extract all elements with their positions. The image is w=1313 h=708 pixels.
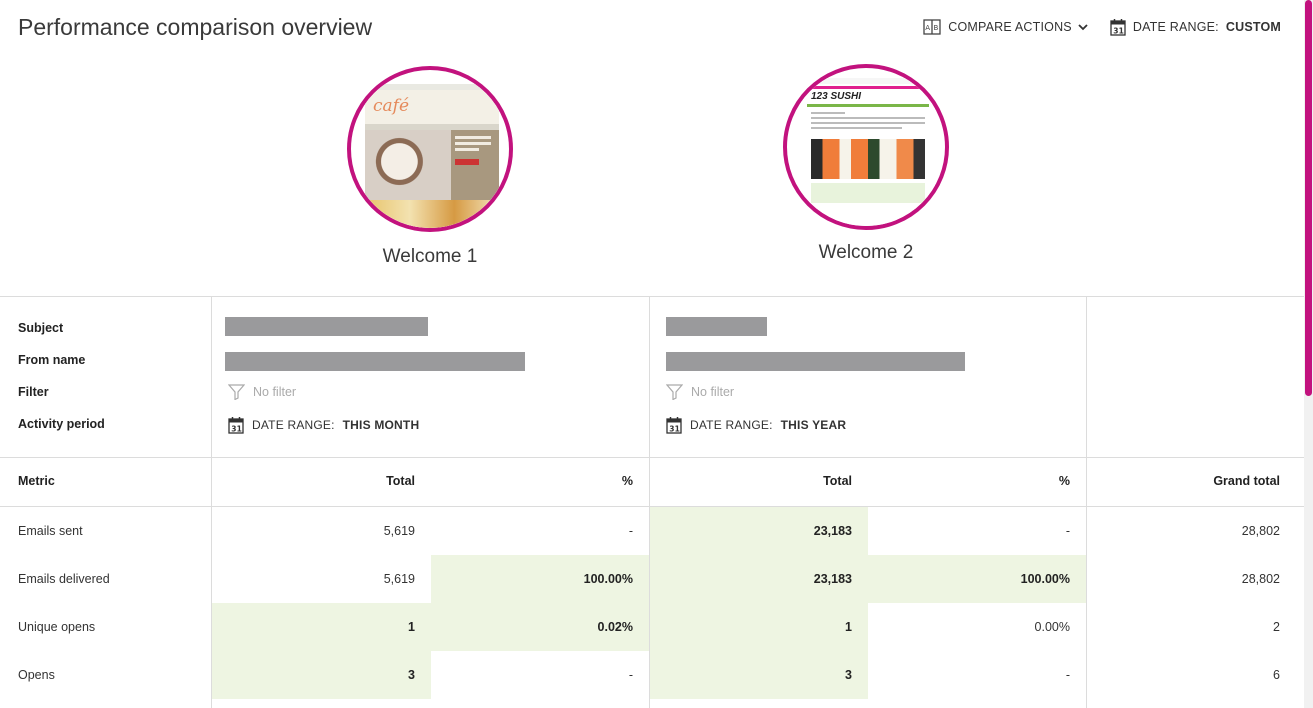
- date-range-label: DATE RANGE:: [1132, 20, 1219, 34]
- subject-label: Subject: [18, 321, 64, 335]
- table-cell: 6: [1273, 668, 1280, 682]
- campaign-name-1: Welcome 1: [382, 246, 478, 267]
- coffee-photo: [365, 130, 451, 200]
- grand-total-header[interactable]: Grand total: [1087, 474, 1280, 488]
- campaign-thumbnail-1[interactable]: café: [347, 66, 513, 232]
- table-cell: 2: [1273, 620, 1280, 634]
- svg-text:31: 31: [669, 424, 680, 433]
- activity-period-label: Activity period: [18, 417, 105, 431]
- table-row-label: Opens: [18, 668, 55, 682]
- filter-label: Filter: [18, 385, 49, 399]
- subject-redacted-1: [225, 317, 428, 336]
- percent-header-2[interactable]: %: [868, 474, 1070, 488]
- header-actions: AB COMPARE ACTIONS 31 DATE RANGE: CUSTOM: [923, 18, 1281, 36]
- chevron-down-icon: [1078, 23, 1088, 31]
- compare-actions-label: COMPARE ACTIONS: [948, 20, 1072, 34]
- svg-text:31: 31: [1113, 26, 1124, 35]
- campaign-card-1: café Welcome 1: [310, 66, 550, 268]
- activity-date-range-1[interactable]: 31 DATE RANGE: THIS MONTH: [228, 416, 419, 434]
- campaign-name-2: Welcome 2: [818, 242, 914, 263]
- svg-text:B: B: [934, 24, 939, 32]
- table-cell: 5,619: [383, 572, 415, 586]
- calendar-icon: 31: [1110, 18, 1126, 36]
- sushi-photo: [811, 139, 925, 179]
- filter-value-2: No filter: [666, 384, 734, 400]
- campaign-card-2: 123 SUSHI Welcome 2: [746, 64, 986, 264]
- table-cell-highlight: 3: [650, 651, 868, 699]
- sushi-logo: 123 SUSHI: [811, 91, 862, 102]
- total-header-1[interactable]: Total: [212, 474, 415, 488]
- from-name-label: From name: [18, 353, 86, 367]
- divider: [0, 296, 1304, 297]
- funnel-icon: [666, 384, 683, 400]
- table-cell-highlight: 0.02%: [431, 603, 649, 651]
- table-cell: 28,802: [1241, 572, 1280, 586]
- table-cell-highlight: 3: [212, 651, 431, 699]
- from-name-redacted-1: [225, 352, 525, 371]
- table-cell: -: [628, 668, 633, 682]
- table-cell: 28,802: [1241, 524, 1280, 538]
- date-range-value: CUSTOM: [1225, 20, 1281, 34]
- table-cell-highlight: 23,183: [650, 555, 868, 603]
- from-name-redacted-2: [666, 352, 965, 371]
- email-preview-sushi: 123 SUSHI: [801, 78, 935, 226]
- table-cell: -: [628, 524, 633, 538]
- svg-text:31: 31: [231, 424, 242, 433]
- cafe-logo: café: [373, 96, 410, 116]
- campaign-thumbnail-2[interactable]: 123 SUSHI: [783, 64, 949, 230]
- table-row-label: Emails delivered: [18, 572, 110, 586]
- scrollbar-thumb[interactable]: [1305, 0, 1312, 396]
- date-range-button[interactable]: 31 DATE RANGE: CUSTOM: [1110, 18, 1281, 36]
- metric-header[interactable]: Metric: [18, 474, 55, 488]
- table-cell-highlight: 1: [212, 603, 431, 651]
- divider: [0, 457, 1304, 458]
- pastry-photo: [365, 200, 499, 228]
- funnel-icon: [228, 384, 245, 400]
- table-cell-highlight: 100.00%: [868, 555, 1086, 603]
- compare-actions-button[interactable]: AB COMPARE ACTIONS: [923, 19, 1088, 35]
- activity-date-range-2[interactable]: 31 DATE RANGE: THIS YEAR: [666, 416, 846, 434]
- svg-text:A: A: [926, 24, 931, 32]
- table-cell-highlight: 100.00%: [431, 555, 649, 603]
- page-title: Performance comparison overview: [18, 14, 373, 40]
- table-cell: -: [1065, 668, 1070, 682]
- email-preview-cafe: café: [365, 84, 499, 228]
- calendar-icon: 31: [666, 416, 682, 434]
- compare-icon: AB: [923, 19, 941, 35]
- filter-value-1: No filter: [228, 384, 296, 400]
- table-cell-highlight: 1: [650, 603, 868, 651]
- table-row-label: Emails sent: [18, 524, 83, 538]
- table-cell: -: [1065, 524, 1070, 538]
- subject-redacted-2: [666, 317, 767, 336]
- total-header-2[interactable]: Total: [650, 474, 852, 488]
- calendar-icon: 31: [228, 416, 244, 434]
- table-row-label: Unique opens: [18, 620, 96, 634]
- percent-header-1[interactable]: %: [431, 474, 633, 488]
- table-cell-highlight: 23,183: [650, 507, 868, 555]
- table-cell: 5,619: [383, 524, 415, 538]
- table-cell: 0.00%: [1034, 620, 1070, 634]
